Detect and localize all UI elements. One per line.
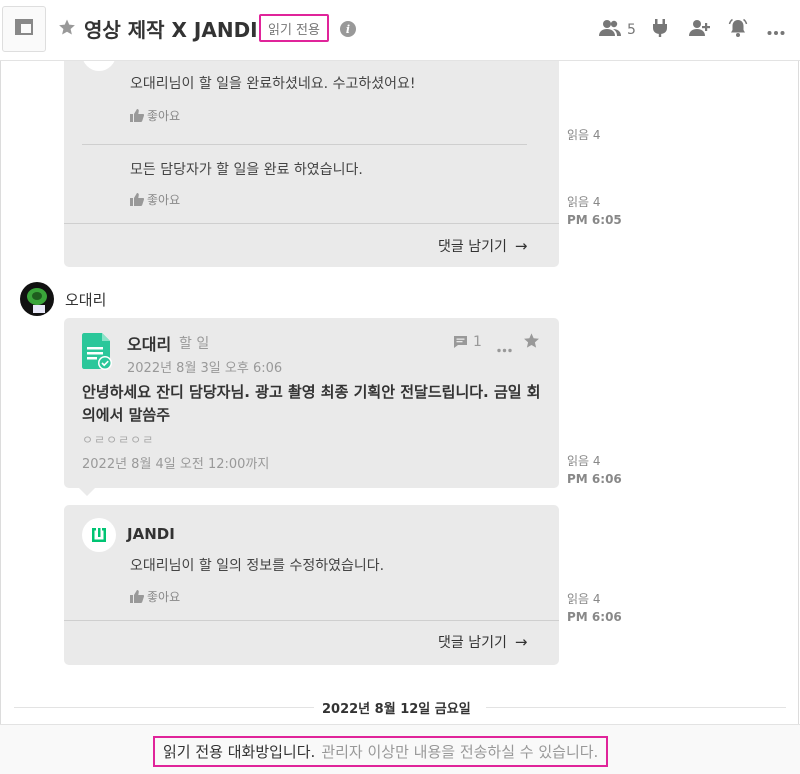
task-star-button[interactable] — [523, 332, 540, 353]
panel-icon — [15, 19, 33, 39]
readonly-badge: 읽기 전용 — [259, 14, 329, 42]
star-icon — [524, 333, 539, 348]
avatar[interactable] — [20, 282, 54, 316]
star-icon — [58, 18, 76, 40]
author-name[interactable]: 오대리 — [65, 289, 106, 310]
like-button[interactable]: 좋아요 — [130, 588, 180, 605]
message-time: PM 6:06 — [567, 610, 622, 624]
thumbs-up-icon — [130, 109, 144, 122]
task-more-button[interactable] — [497, 338, 512, 357]
like-label: 좋아요 — [147, 193, 181, 207]
task-type: 할 일 — [179, 336, 210, 352]
like-button[interactable]: 좋아요 — [130, 107, 180, 124]
info-icon[interactable]: i — [340, 21, 356, 37]
more-icon — [767, 21, 785, 40]
read-count[interactable]: 읽음 4 — [567, 127, 601, 143]
task-doc-icon — [82, 333, 112, 371]
comment-icon — [454, 336, 467, 348]
message-time: PM 6:06 — [567, 472, 622, 486]
more-icon — [497, 348, 512, 353]
leave-comment-button[interactable]: 댓글 남기기 → — [438, 236, 527, 256]
task-comment-count[interactable]: 1 — [453, 334, 482, 350]
divider — [64, 223, 559, 224]
readonly-notice-title: 읽기 전용 대화방입니다. — [163, 743, 316, 761]
task-created-date: 2022년 8월 3일 오후 6:06 — [127, 361, 283, 376]
read-count[interactable]: 읽음 4 — [567, 194, 601, 210]
task-author: 오대리 — [127, 335, 172, 354]
integrations-button[interactable] — [651, 19, 669, 41]
like-label: 좋아요 — [147, 590, 181, 604]
bubble-tail — [78, 487, 96, 496]
arrow-right-icon: → — [514, 237, 528, 255]
leave-comment-button[interactable]: 댓글 남기기 → — [438, 632, 527, 652]
sender-name[interactable]: JANDI — [127, 525, 175, 543]
comment-label: 댓글 남기기 — [438, 239, 507, 255]
message-time: PM 6:05 — [567, 213, 622, 227]
page-title: 영상 제작 X JANDI — [84, 18, 258, 42]
panel-toggle-button[interactable] — [2, 6, 46, 52]
arrow-right-icon: → — [514, 633, 528, 651]
message-input-area: 읽기 전용 대화방입니다. 관리자 이상만 내용을 전송하실 수 있습니다. — [0, 724, 800, 774]
task-title: 안녕하세요 잔디 담당자님. 광고 촬영 최종 기획안 전달드립니다. 금일 회… — [82, 383, 541, 424]
jandi-avatar-partial — [82, 61, 116, 71]
more-button[interactable] — [767, 19, 785, 41]
message-text: 오대리님이 할 일을 완료하셨네요. 수고하셨어요! — [130, 76, 416, 92]
separator-line — [486, 707, 786, 708]
members-button[interactable]: 5 — [599, 19, 636, 41]
message-text: 오대리님이 할 일의 정보를 수정하였습니다. — [130, 558, 385, 574]
favorite-button[interactable] — [57, 19, 77, 39]
notification-button[interactable] — [728, 18, 748, 42]
members-icon — [599, 19, 621, 41]
divider — [64, 620, 559, 621]
plug-icon — [651, 18, 669, 42]
task-body: ㅇㄹㅇㄹㅇㄹ — [82, 433, 155, 447]
like-button[interactable]: 좋아요 — [130, 191, 180, 208]
comment-label: 댓글 남기기 — [438, 635, 507, 651]
jandi-avatar[interactable] — [82, 518, 116, 552]
message-text: 모든 담당자가 할 일을 완료 하였습니다. — [130, 162, 363, 178]
thumbs-up-icon — [130, 193, 144, 206]
task-due-date: 2022년 8월 4일 오전 12:00까지 — [82, 457, 270, 472]
read-count[interactable]: 읽음 4 — [567, 453, 601, 469]
separator-line — [14, 707, 314, 708]
like-label: 좋아요 — [147, 109, 181, 123]
add-member-icon — [689, 19, 711, 41]
thumbs-up-icon — [130, 590, 144, 603]
add-member-button[interactable] — [689, 19, 711, 41]
bell-icon — [728, 18, 748, 42]
read-count[interactable]: 읽음 4 — [567, 591, 601, 607]
member-count: 5 — [627, 22, 636, 38]
date-label: 2022년 8월 12일 금요일 — [322, 702, 471, 717]
chat-header: 영상 제작 X JANDI 읽기 전용 i 5 — [0, 0, 800, 61]
date-separator: 2022년 8월 12일 금요일 — [0, 697, 800, 717]
readonly-notice: 읽기 전용 대화방입니다. 관리자 이상만 내용을 전송하실 수 있습니다. — [153, 736, 609, 767]
jandi-logo-icon — [92, 528, 106, 542]
divider — [82, 144, 527, 145]
readonly-notice-detail: 관리자 이상만 내용을 전송하실 수 있습니다. — [321, 743, 599, 761]
